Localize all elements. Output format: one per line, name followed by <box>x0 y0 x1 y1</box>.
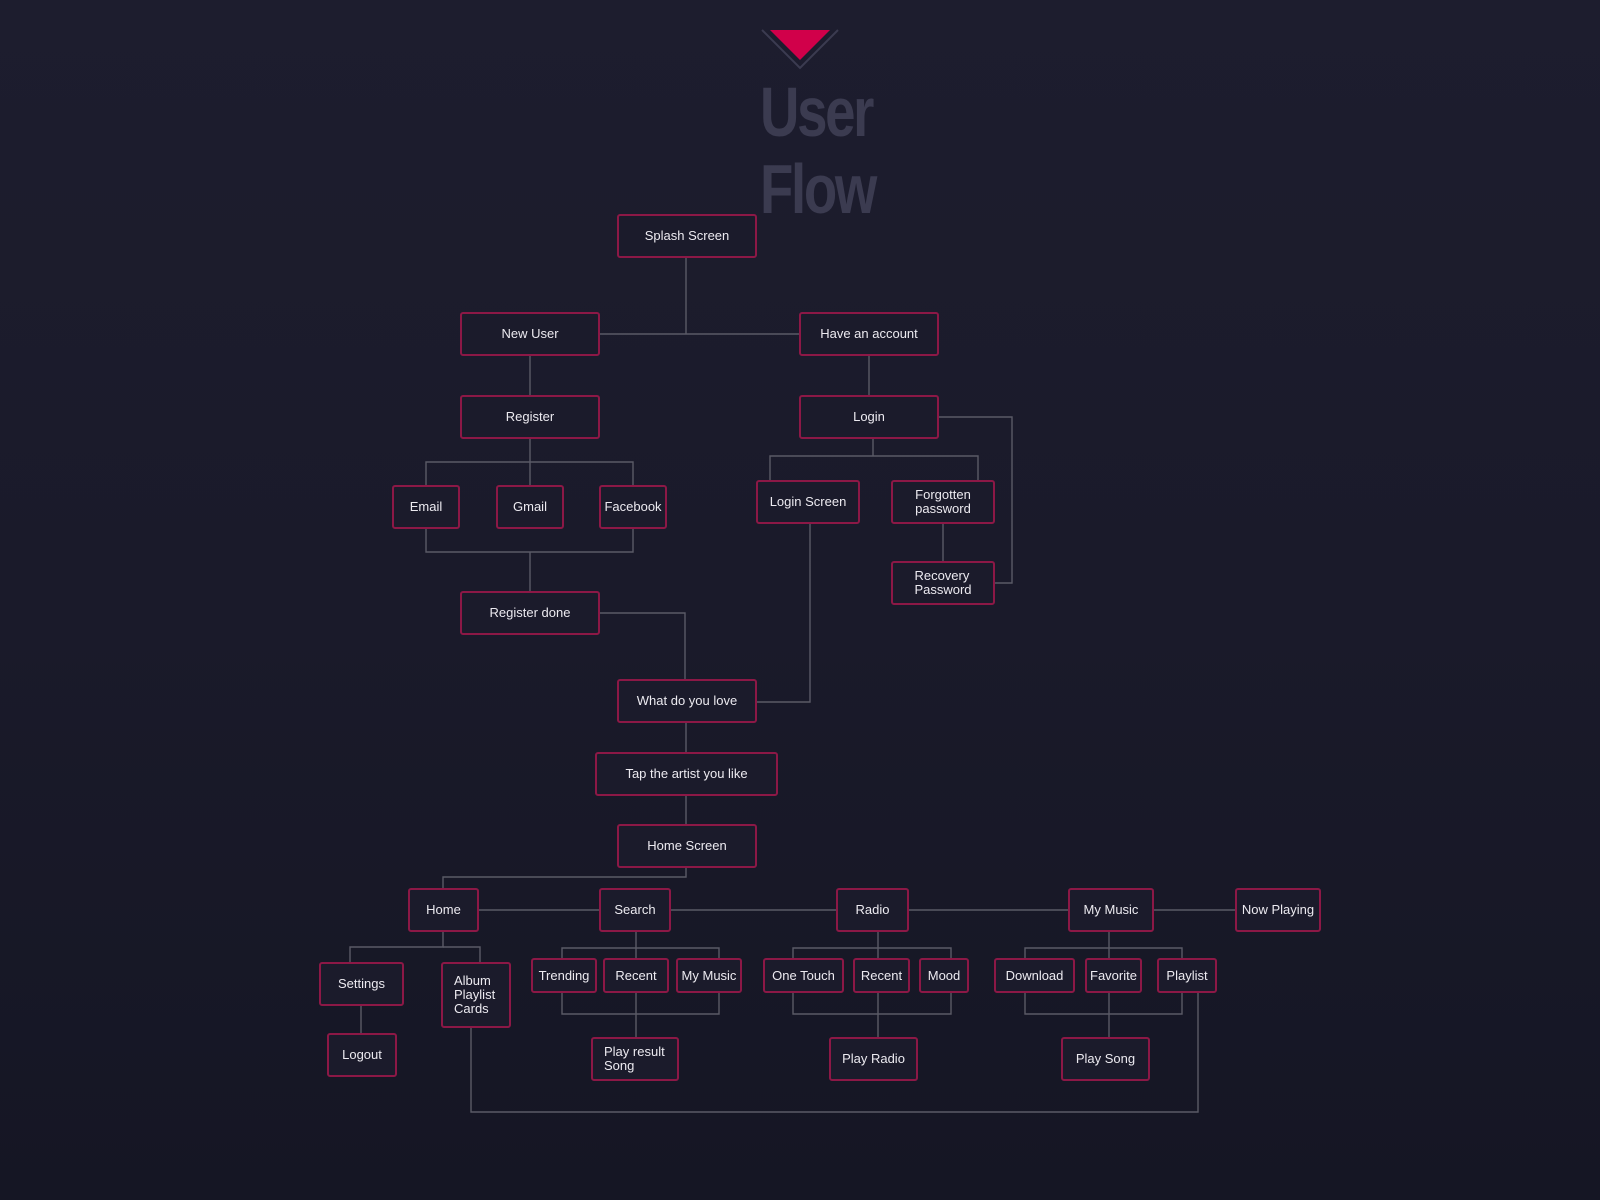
node-label: One Touch <box>772 967 835 983</box>
node-login-screen[interactable]: Login Screen <box>756 480 860 524</box>
node-search[interactable]: Search <box>599 888 671 932</box>
node-search-recent[interactable]: Recent <box>603 958 669 993</box>
connector-line <box>600 612 686 679</box>
node-search-my-music[interactable]: My Music <box>676 958 742 993</box>
node-album-playlist-cards[interactable]: Album Playlist Cards <box>441 962 511 1028</box>
node-label: Register done <box>489 605 571 620</box>
node-label: Facebook <box>604 499 662 514</box>
node-home[interactable]: Home <box>408 888 479 932</box>
node-play-result-song[interactable]: Play result Song <box>591 1037 679 1081</box>
connector-line <box>442 868 687 888</box>
node-label: Radio <box>855 902 890 917</box>
node-now-playing[interactable]: Now Playing <box>1235 888 1321 932</box>
node-label: My Music <box>681 967 737 983</box>
node-login[interactable]: Login <box>799 395 939 439</box>
node-forgotten-password[interactable]: Forgotten password <box>891 480 995 524</box>
connector-line <box>792 993 952 1015</box>
node-label: Forgotten password <box>915 487 971 516</box>
node-label: Now Playing <box>1241 902 1315 917</box>
node-label: Mood <box>927 967 961 983</box>
connector-line <box>425 529 634 553</box>
node-home-screen[interactable]: Home Screen <box>617 824 757 868</box>
node-label: Logout <box>342 1047 382 1062</box>
connector-line <box>792 947 952 958</box>
node-label: New User <box>501 326 559 341</box>
node-what-do-you-love[interactable]: What do you love <box>617 679 757 723</box>
node-email[interactable]: Email <box>392 485 460 529</box>
node-label: Album Playlist Cards <box>454 973 496 1016</box>
node-play-song[interactable]: Play Song <box>1061 1037 1150 1081</box>
node-label: Tap the artist you like <box>625 766 748 781</box>
node-label: Have an account <box>820 326 918 341</box>
node-label: Play Radio <box>842 1051 905 1066</box>
connector-line <box>1024 993 1183 1015</box>
node-label: Settings <box>338 976 385 991</box>
node-playlist[interactable]: Playlist <box>1157 958 1217 993</box>
node-label: Home Screen <box>647 838 727 853</box>
node-label: Register <box>505 409 555 424</box>
node-label: Play Song <box>1075 1051 1136 1066</box>
node-mood[interactable]: Mood <box>919 958 969 993</box>
node-label: Playlist <box>1166 967 1208 983</box>
node-radio-recent[interactable]: Recent <box>853 958 910 993</box>
node-label: Recovery Password <box>914 568 972 597</box>
connector-line <box>561 947 720 958</box>
node-one-touch[interactable]: One Touch <box>763 958 844 993</box>
node-recovery-password[interactable]: Recovery Password <box>891 561 995 605</box>
node-settings[interactable]: Settings <box>319 962 404 1006</box>
node-label: Gmail <box>513 499 547 514</box>
node-label: Login Screen <box>769 494 847 509</box>
node-label: My Music <box>1083 902 1139 917</box>
node-label: Favorite <box>1090 967 1137 983</box>
node-tap-artist[interactable]: Tap the artist you like <box>595 752 778 796</box>
node-label: Search <box>614 902 656 917</box>
node-register-done[interactable]: Register done <box>460 591 600 635</box>
node-label: Trending <box>538 967 590 983</box>
node-new-user[interactable]: New User <box>460 312 600 356</box>
node-label: Play result Song <box>604 1044 665 1073</box>
node-download[interactable]: Download <box>994 958 1075 993</box>
connector-line <box>443 946 481 962</box>
connector-line <box>1024 947 1183 958</box>
node-register[interactable]: Register <box>460 395 600 439</box>
node-logout[interactable]: Logout <box>327 1033 397 1077</box>
connector-line <box>769 455 979 480</box>
connector-line <box>561 993 720 1015</box>
node-label: Download <box>1005 967 1064 983</box>
user-flow-diagram: User Flow Splash Screen New User Have an… <box>0 0 1600 1200</box>
node-label: Email <box>409 499 443 514</box>
node-have-account[interactable]: Have an account <box>799 312 939 356</box>
connector-line <box>757 524 811 703</box>
node-radio[interactable]: Radio <box>836 888 909 932</box>
connector-line <box>349 932 444 962</box>
node-label: Recent <box>860 967 903 983</box>
node-splash-screen[interactable]: Splash Screen <box>617 214 757 258</box>
node-my-music[interactable]: My Music <box>1068 888 1154 932</box>
node-label: Splash Screen <box>644 228 730 243</box>
node-gmail[interactable]: Gmail <box>496 485 564 529</box>
logo-triangle-icon <box>761 29 839 70</box>
node-label: Home <box>426 902 461 917</box>
node-label: Login <box>853 409 885 424</box>
node-favorite[interactable]: Favorite <box>1085 958 1142 993</box>
node-play-radio[interactable]: Play Radio <box>829 1037 918 1081</box>
node-label: What do you love <box>636 693 738 708</box>
page-title: User Flow <box>760 73 877 228</box>
node-label: Recent <box>615 967 657 983</box>
node-trending[interactable]: Trending <box>531 958 597 993</box>
node-facebook[interactable]: Facebook <box>599 485 667 529</box>
